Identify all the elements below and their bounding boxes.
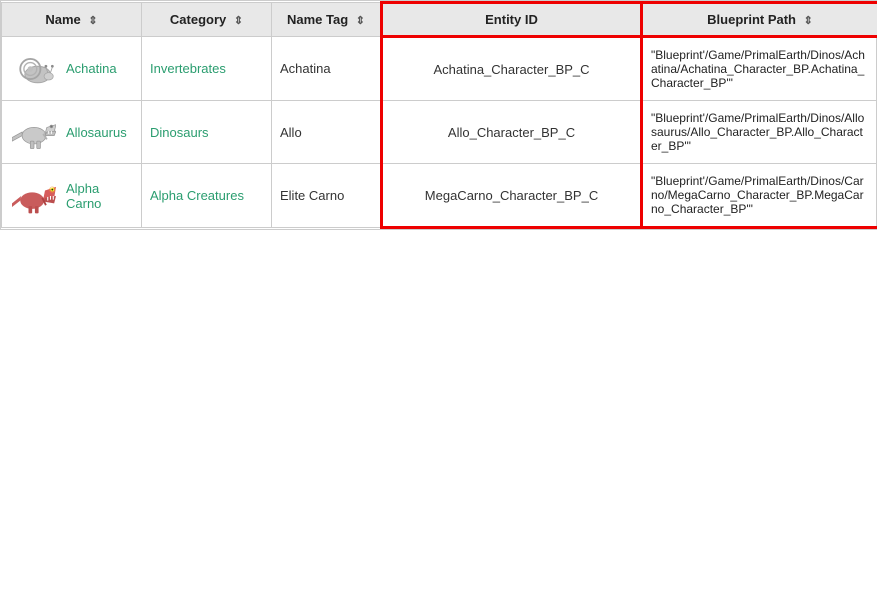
cell-entityid-alphacarno: MegaCarno_Character_BP_C [382,164,642,228]
cell-category-achatina: Invertebrates [142,37,272,101]
col-header-nametag[interactable]: Name Tag ⇕ [272,3,382,37]
cell-nametag-allosaurus: Allo [272,101,382,164]
cell-category-alphacarno: Alpha Creatures [142,164,272,228]
cell-entityid-achatina: Achatina_Character_BP_C [382,37,642,101]
sort-icon-blueprint: ⇕ [804,14,813,27]
col-header-name[interactable]: Name ⇕ [2,3,142,37]
col-header-blueprint[interactable]: Blueprint Path ⇕ [642,3,877,37]
creature-name-allosaurus: Allosaurus [66,125,127,140]
cell-blueprint-alphacarno: "Blueprint'/Game/PrimalEarth/Dinos/Carno… [642,164,877,228]
creatures-table: Name ⇕ Category ⇕ Name Tag ⇕ Entity ID B… [0,0,877,230]
cell-nametag-alphacarno: Elite Carno [272,164,382,228]
cell-name-alphacarno: Alpha Carno [2,164,142,228]
sort-icon-nametag: ⇕ [356,14,365,27]
allosaurus-icon [10,112,58,152]
cell-name-allosaurus: Allosaurus [2,101,142,164]
alphacarno-icon [10,176,58,216]
sort-icon-name: ⇕ [88,14,97,27]
creature-name-achatina: Achatina [66,61,117,76]
creature-name-alphacarno: Alpha Carno [66,181,133,211]
cell-name-achatina: Achatina [2,37,142,101]
col-header-category[interactable]: Category ⇕ [142,3,272,37]
col-header-entityid[interactable]: Entity ID [382,3,642,37]
table-row: Achatina Invertebrates Achatina Achatina… [2,37,877,101]
cell-blueprint-allosaurus: "Blueprint'/Game/PrimalEarth/Dinos/Allos… [642,101,877,164]
table-row: Allosaurus Dinosaurs Allo Allo_Character… [2,101,877,164]
cell-blueprint-achatina: "Blueprint'/Game/PrimalEarth/Dinos/Achat… [642,37,877,101]
sort-icon-category: ⇕ [234,14,243,27]
achatina-icon [10,49,58,89]
cell-entityid-allosaurus: Allo_Character_BP_C [382,101,642,164]
cell-category-allosaurus: Dinosaurs [142,101,272,164]
table-row: Alpha Carno Alpha Creatures Elite Carno … [2,164,877,228]
cell-nametag-achatina: Achatina [272,37,382,101]
